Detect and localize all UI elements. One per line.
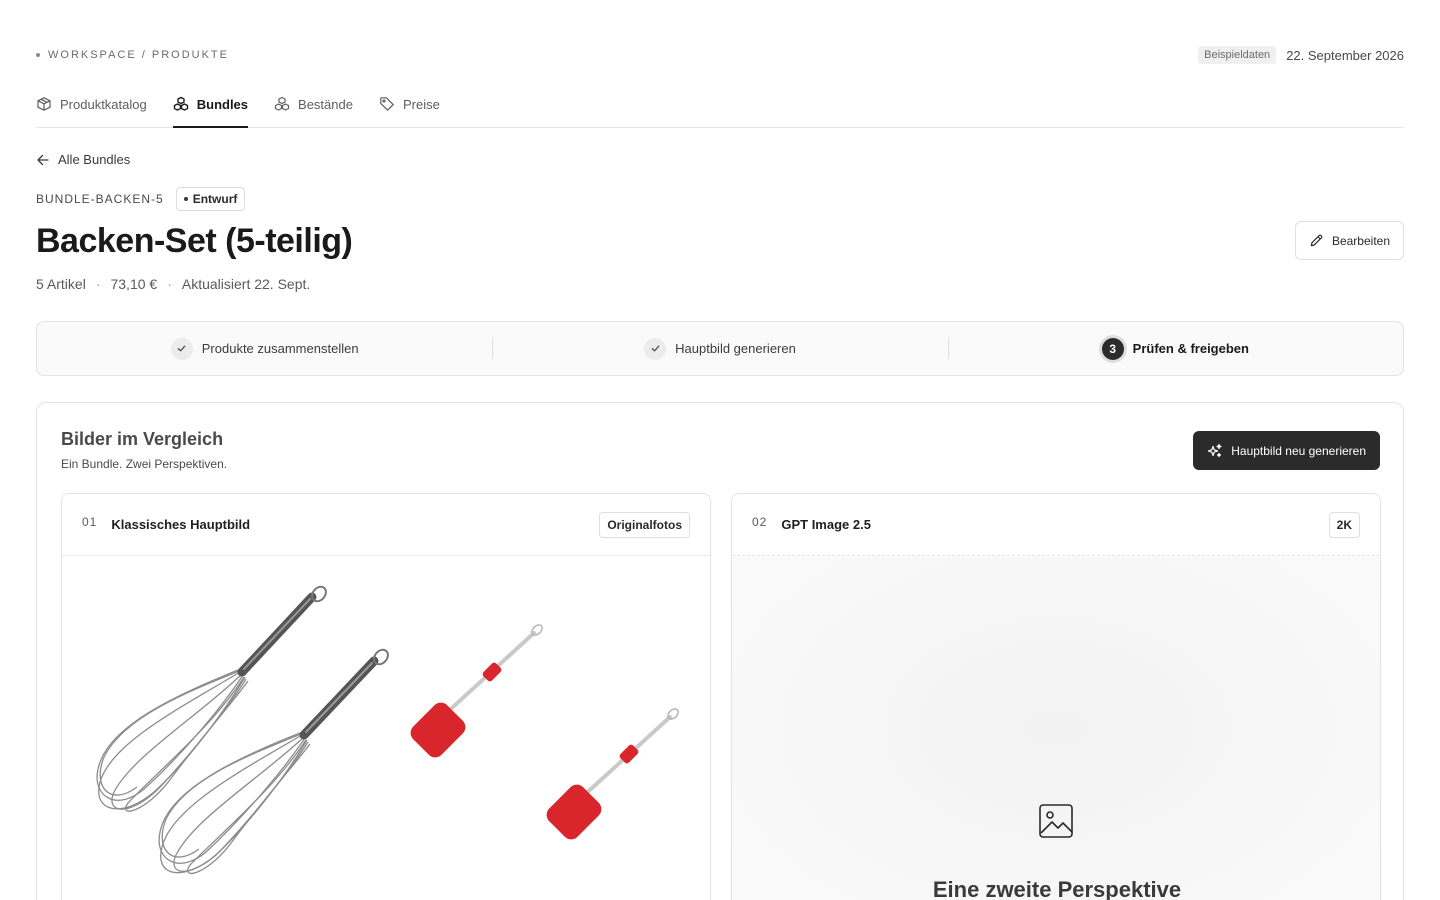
panel-number: 01 [82,514,98,529]
progress-stepper: Produkte zusammenstellen Hauptbild gener… [36,321,1404,376]
back-link-label: Alle Bundles [58,152,131,167]
edit-button[interactable]: Bearbeiten [1294,221,1404,260]
tab-label: Preise [402,96,440,112]
tag-icon [380,97,394,111]
stock-icon [274,96,290,111]
comparison-subtitle: Ein Bundle. Zwei Perspektiven. [61,457,228,471]
page-title: Backen-Set (5-teilig) [36,222,353,260]
header-right: Beispieldaten 22. September 2026 [1198,46,1404,64]
spatula-head [410,702,466,758]
tab-label: Bundles [196,96,249,112]
step-label: Prüfen & freigeben [1132,341,1249,356]
step-produkte[interactable]: Produkte zusammenstellen [37,322,492,375]
meta-separator: · [95,276,101,292]
bundle-icon [173,96,188,111]
panel-name: Klassisches Hauptbild [111,517,251,532]
panel-header: 01 Klassisches Hauptbild Originalfotos [62,494,710,556]
status-dot [183,197,188,201]
pencil-icon [1310,234,1323,247]
tab-bestaende[interactable]: Bestände [274,82,353,126]
tab-preise[interactable]: Preise [379,82,440,126]
arrow-left-icon [37,154,49,165]
panel-generated-image: 02 GPT Image 2.5 2K Eine zweite Perspekt… [731,493,1381,900]
check-icon [644,337,667,360]
edit-button-label: Bearbeiten [1331,233,1390,248]
item-count: 5 Artikel [36,276,86,292]
breadcrumb-dot [36,53,40,57]
panel-classic-image: 01 Klassisches Hauptbild Originalfotos [61,493,711,900]
whisk-image [158,732,311,874]
spatula-head [546,784,602,840]
current-date: 22. September 2026 [1286,47,1404,63]
regenerate-label: Hauptbild neu generieren [1231,443,1366,458]
main-tabs: Produktkatalog Bundles Bestände Preise [36,82,1404,128]
status-label: Entwurf [192,192,238,206]
comparison-title: Bilder im Vergleich [61,429,224,449]
placeholder-text: Eine zweite Perspektive [932,877,1182,900]
sparkles-icon [1208,443,1222,457]
bundle-meta: 5 Artikel · 73,10 € · Aktualisiert 22. S… [36,276,310,292]
bundle-sku: BUNDLE-BACKEN-5 [36,192,164,206]
back-to-bundles-link[interactable]: Alle Bundles [36,152,130,167]
step-pruefen[interactable]: 3 Prüfen & freigeben [947,322,1403,375]
bundle-price: 73,10 € [110,276,158,292]
image-icon [1039,804,1073,838]
whisk-image [96,669,249,812]
updated-date: Aktualisiert 22. Sept. [181,276,311,292]
panel-number: 02 [752,514,768,529]
panel-tag: 2K [1328,511,1360,538]
status-badge: Entwurf [175,187,246,211]
tab-label: Produktkatalog [60,96,147,112]
comparison-card: Bilder im Vergleich Ein Bundle. Zwei Per… [36,402,1404,900]
whisk-handle-shine [305,662,373,733]
sample-data-badge: Beispieldaten [1198,46,1277,64]
meta-separator: · [167,276,172,292]
sku-row: BUNDLE-BACKEN-5 Entwurf [36,187,246,211]
step-number: 3 [1101,337,1124,360]
tab-label: Bestände [298,96,353,112]
panel-tag: Originalfotos [599,511,690,538]
check-icon [170,337,193,360]
step-label: Produkte zusammenstellen [201,341,359,356]
step-label: Hauptbild generieren [675,341,796,356]
image-placeholder: Eine zweite Perspektive [732,557,1380,900]
tab-produktkatalog[interactable]: Produktkatalog [36,82,147,126]
panel-name: GPT Image 2.5 [781,517,871,532]
product-photo [96,585,679,874]
box-icon [37,97,51,111]
breadcrumb: WORKSPACE / PRODUKTE [36,49,229,61]
tab-bundles[interactable]: Bundles [172,82,249,128]
top-bar: WORKSPACE / PRODUKTE Beispieldaten 22. S… [36,44,1404,66]
panel-header: 02 GPT Image 2.5 2K [732,494,1380,556]
regenerate-image-button[interactable]: Hauptbild neu generieren [1193,431,1380,470]
step-hauptbild[interactable]: Hauptbild generieren [492,322,947,375]
breadcrumb-text: WORKSPACE / PRODUKTE [48,49,229,61]
whisk-handle-shine [243,598,311,670]
